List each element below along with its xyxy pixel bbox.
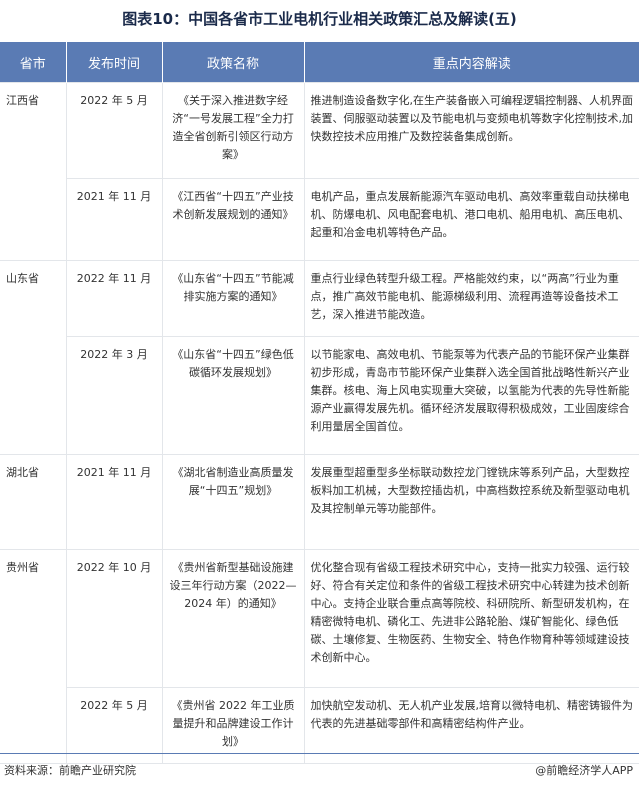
content-cell: 以节能家电、高效电机、节能泵等为代表产品的节能环保产业集群初步形成，青岛市节能环… xyxy=(303,336,639,455)
province-cell: 山东省 xyxy=(0,260,67,455)
table-row: 江西省 2022 年 5 月 《关于深入推进数字经济“一号发展工程”全力打造全省… xyxy=(0,82,639,261)
content-cell: 重点行业绿色转型升级工程。严格能效约束，以“两高”行业为重点，推广高效节能电机、… xyxy=(303,260,639,337)
province-cell: 湖北省 xyxy=(0,454,67,550)
content-cell: 电机产品，重点发展新能源汽车驱动电机、高效率重载自动扶梯电机、防爆电机、风电配套… xyxy=(303,178,639,261)
table-row: 2022 年 3 月 《山东省“十四五”绿色低碳循环发展规划》 以节能家电、高效… xyxy=(0,336,639,455)
footer-divider xyxy=(0,753,639,754)
table-row: 山东省 2022 年 11 月 《山东省“十四五”节能减排实施方案的通知》 重点… xyxy=(0,260,639,455)
date-cell: 2021 年 11 月 xyxy=(65,454,163,550)
policy-name-cell: 《山东省“十四五”绿色低碳循环发展规划》 xyxy=(161,336,305,455)
table-header-row: 省市 发布时间 政策名称 重点内容解读 xyxy=(0,42,639,83)
date-cell: 2022 年 11 月 xyxy=(65,260,163,337)
header-date: 发布时间 xyxy=(66,42,163,83)
page-title: 图表10：中国各省市工业电机行业相关政策汇总及解读(五) xyxy=(122,10,517,28)
date-cell: 2022 年 5 月 xyxy=(65,82,163,179)
policy-name-cell: 《山东省“十四五”节能减排实施方案的通知》 xyxy=(161,260,305,337)
province-cell: 江西省 xyxy=(0,82,67,261)
policy-name-cell: 《关于深入推进数字经济“一号发展工程”全力打造全省创新引领区行动方案》 xyxy=(161,82,305,179)
table-row: 贵州省 2022 年 10 月 《贵州省新型基础设施建设三年行动方案（2022—… xyxy=(0,549,639,764)
header-content: 重点内容解读 xyxy=(304,42,639,83)
date-cell: 2021 年 11 月 xyxy=(66,178,163,261)
province-cell: 贵州省 xyxy=(0,549,67,764)
content-cell: 推进制造设备数字化,在生产装备嵌入可编程逻辑控制器、人机界面装置、伺服驱动装置以… xyxy=(303,82,639,179)
policy-name-cell: 《湖北省制造业高质量发展“十四五”规划》 xyxy=(161,454,305,550)
policy-table: 省市 发布时间 政策名称 重点内容解读 江西省 2022 年 5 月 《关于深入… xyxy=(0,42,639,764)
date-cell: 2022 年 3 月 xyxy=(66,336,163,455)
table-row: 湖北省 2021 年 11 月 《湖北省制造业高质量发展“十四五”规划》 发展重… xyxy=(0,454,639,550)
table-row: 2021 年 11 月 《江西省“十四五”产业技术创新发展规划的通知》 电机产品… xyxy=(0,178,639,261)
page: 图表10：中国各省市工业电机行业相关政策汇总及解读(五) 省市 发布时间 政策名… xyxy=(0,0,639,791)
header-policy-name: 政策名称 xyxy=(162,42,305,83)
date-cell: 2022 年 10 月 xyxy=(65,549,163,688)
content-cell: 发展重型超重型多坐标联动数控龙门镗铣床等系列产品，大型数控板料加工机械，大型数控… xyxy=(303,454,639,550)
header-province: 省市 xyxy=(0,42,67,83)
credit-note: @前瞻经济学人APP xyxy=(535,764,633,777)
policy-name-cell: 《江西省“十四五”产业技术创新发展规划的通知》 xyxy=(161,178,305,261)
content-cell: 优化整合现有省级工程技术研究中心，支持一批实力较强、运行较好、符合有关定位和条件… xyxy=(303,549,639,688)
source-note: 资料来源：前瞻产业研究院 xyxy=(4,764,136,777)
policy-name-cell: 《贵州省新型基础设施建设三年行动方案（2022—2024 年）的通知》 xyxy=(161,549,305,688)
